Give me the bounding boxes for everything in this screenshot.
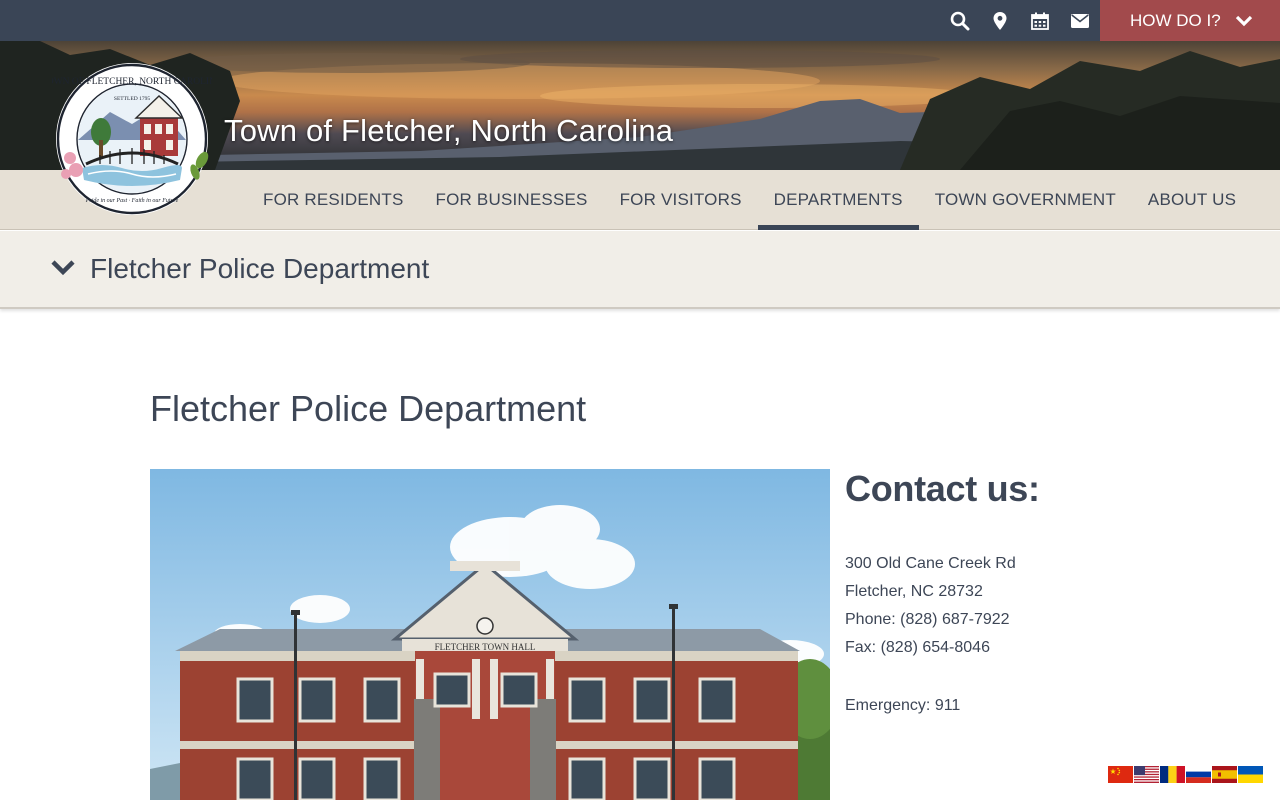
nav-item-departments[interactable]: DEPARTMENTS (757, 170, 919, 230)
nav-item-town-government[interactable]: TOWN GOVERNMENT (919, 170, 1132, 230)
page-title: Fletcher Police Department (150, 388, 587, 429)
how-do-i-button[interactable]: HOW DO I? (1100, 0, 1280, 41)
nav-item-about-us[interactable]: ABOUT US (1132, 170, 1252, 230)
russia-flag-icon[interactable] (1186, 766, 1211, 783)
map-marker-icon[interactable] (980, 0, 1020, 41)
contact-spacer (845, 662, 1145, 692)
contact-heading: Contact us: (845, 468, 1040, 509)
chevron-down-icon[interactable] (50, 259, 76, 277)
chevron-down-icon (1235, 15, 1252, 26)
china-flag-icon[interactable] (1108, 766, 1133, 783)
how-do-i-label: HOW DO I? (1130, 10, 1221, 30)
town-seal-logo[interactable]: TOWN OF FLETCHER, NORTH CAROLINA SETTLED… (41, 62, 223, 217)
contact-phone[interactable]: Phone: (828) 687-7922 (845, 606, 1145, 634)
contact-fax: Fax: (828) 654-8046 (845, 639, 990, 656)
seal-motto-text: Pride in our Past · Faith in our Future (85, 198, 179, 204)
us-flag-icon[interactable] (1134, 766, 1159, 783)
contact-address-line1: 300 Old Cane Creek Rd (845, 555, 1016, 572)
ukraine-flag-icon[interactable] (1238, 766, 1263, 783)
site-title[interactable]: Town of Fletcher, North Carolina (224, 113, 673, 149)
seal-settled-text: SETTLED 1795 (114, 96, 150, 102)
nav-item-for-visitors[interactable]: FOR VISITORS (604, 170, 758, 230)
utility-icons (940, 0, 1100, 41)
contact-panel: Contact us: 300 Old Cane Creek Rd Fletch… (845, 468, 1145, 720)
seal-text: TOWN OF FLETCHER, NORTH CAROLINA (52, 77, 212, 87)
building-sign-text: FLETCHER TOWN HALL (435, 642, 536, 652)
spain-flag-icon[interactable] (1212, 766, 1237, 783)
section-breadcrumb-bar: Fletcher Police Department (0, 231, 1280, 309)
search-icon[interactable] (940, 0, 980, 41)
calendar-icon[interactable] (1020, 0, 1060, 41)
contact-address-line2: Fletcher, NC 28732 (845, 583, 983, 600)
nav-item-for-businesses[interactable]: FOR BUSINESSES (420, 170, 604, 230)
top-utility-bar: HOW DO I? (0, 0, 1280, 41)
contact-emergency: Emergency: 911 (845, 697, 961, 714)
nav-item-for-residents[interactable]: FOR RESIDENTS (247, 170, 420, 230)
language-flags (1108, 766, 1263, 783)
envelope-icon[interactable] (1060, 0, 1100, 41)
romania-flag-icon[interactable] (1160, 766, 1185, 783)
breadcrumb-label[interactable]: Fletcher Police Department (90, 253, 429, 285)
town-hall-photo: FLETCHER TOWN HALL (150, 469, 830, 800)
